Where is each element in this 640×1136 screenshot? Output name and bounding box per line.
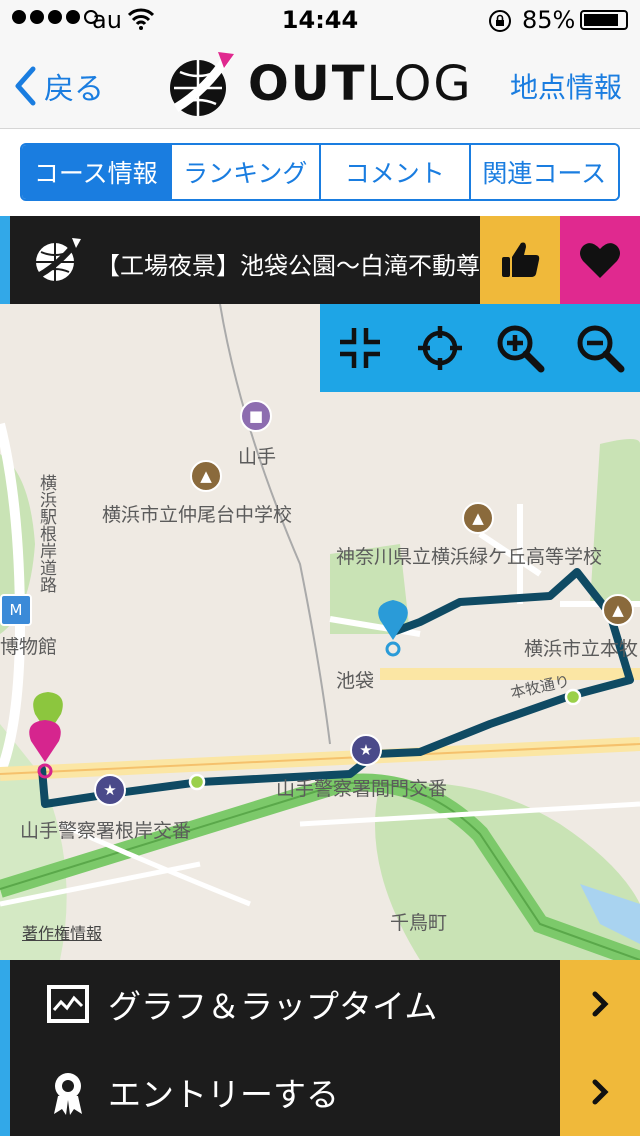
battery-icon <box>580 10 628 30</box>
globe-logo-icon <box>170 52 234 116</box>
status-bar: au 14:44 85% <box>0 0 640 40</box>
museum-icon[interactable]: M <box>0 594 32 626</box>
goal-pin-icon <box>29 692 63 779</box>
zoom-in-icon <box>497 325 545 373</box>
locate-icon <box>418 326 462 370</box>
map-label: 池袋 <box>336 670 375 692</box>
map-label: 横浜市立本牧 <box>524 638 639 660</box>
locate-button[interactable] <box>400 304 480 392</box>
school-icon[interactable]: ▲ <box>602 594 634 626</box>
tab-course-info[interactable]: コース情報 <box>22 145 170 199</box>
chevron-right-icon <box>592 1079 609 1105</box>
entry-row[interactable]: エントリーする <box>0 1048 640 1136</box>
tab-ranking[interactable]: ランキング <box>169 145 319 199</box>
map-label: 山手警察署根岸交番 <box>20 820 192 842</box>
chevron-right-button[interactable] <box>560 960 640 1048</box>
like-button[interactable] <box>480 216 560 304</box>
back-label: 戻る <box>44 72 104 107</box>
award-icon <box>54 1073 82 1115</box>
entry-label: エントリーする <box>108 1075 339 1114</box>
spot-info-button[interactable]: 地点情報 <box>510 66 622 106</box>
map-toolbar <box>320 304 640 392</box>
chevron-right-icon <box>592 991 609 1017</box>
map-label: 横浜市立仲尾台中学校 <box>102 504 293 526</box>
favorite-button[interactable] <box>560 216 640 304</box>
tab-related-courses[interactable]: 関連コース <box>468 145 618 199</box>
zoom-out-button[interactable] <box>560 304 640 392</box>
course-globe-icon <box>36 238 81 281</box>
app-logo: OUTLOG <box>166 50 473 118</box>
school-icon[interactable]: ▲ <box>190 460 222 492</box>
school-icon[interactable]: ▲ <box>462 502 494 534</box>
police-box-icon[interactable]: ★ <box>350 734 382 766</box>
collapse-button[interactable] <box>320 304 400 392</box>
chevron-right-button[interactable] <box>560 1048 640 1136</box>
logo-text: OUTLOG <box>248 56 473 112</box>
zoom-out-icon <box>577 325 625 373</box>
rotation-lock-icon <box>489 10 511 32</box>
map-label: 山手警察署間門交番 <box>276 778 448 800</box>
tab-comments[interactable]: コメント <box>319 145 469 199</box>
bottom-menu: グラフ＆ラップタイム エントリーする <box>0 960 640 1136</box>
battery-percent: 85% <box>522 6 576 34</box>
police-box-icon[interactable]: ★ <box>94 774 126 806</box>
map-view[interactable]: ■ ▲ ▲ ▲ M ★ ★ 山手 横浜市立仲尾台中学校 神奈川県立横浜緑ケ丘高等… <box>0 304 640 960</box>
segmented-control: コース情報 ランキング コメント 関連コース <box>20 143 620 201</box>
map-canvas <box>0 304 640 960</box>
graph-laptime-row[interactable]: グラフ＆ラップタイム <box>0 960 640 1048</box>
collapse-icon <box>340 328 380 368</box>
chevron-left-icon <box>15 66 36 106</box>
segment-bar: コース情報 ランキング コメント 関連コース <box>0 129 640 216</box>
zoom-in-button[interactable] <box>480 304 560 392</box>
copyright-link[interactable]: 著作権情報 <box>22 920 102 944</box>
map-label: 博物館 <box>0 636 58 658</box>
map-label: 横浜駅根岸道路 <box>36 474 56 593</box>
train-station-icon[interactable]: ■ <box>240 400 272 432</box>
map-label: 山手 <box>238 446 277 468</box>
graph-icon <box>47 985 89 1023</box>
accent-stripe <box>0 216 10 304</box>
thumbs-up-icon <box>502 242 540 277</box>
back-button[interactable]: 戻る <box>14 64 104 108</box>
course-title-bar: 【工場夜景】池袋公園〜白滝不動尊 <box>0 216 640 304</box>
heart-icon <box>580 243 620 278</box>
graph-laptime-label: グラフ＆ラップタイム <box>108 987 438 1026</box>
map-label: 千鳥町 <box>390 912 448 934</box>
navigation-bar: 戻る OUTLOG 地点情報 <box>0 40 640 129</box>
course-title: 【工場夜景】池袋公園〜白滝不動尊 <box>96 252 480 280</box>
map-label: 神奈川県立横浜緑ケ丘高等学校 <box>336 546 603 568</box>
